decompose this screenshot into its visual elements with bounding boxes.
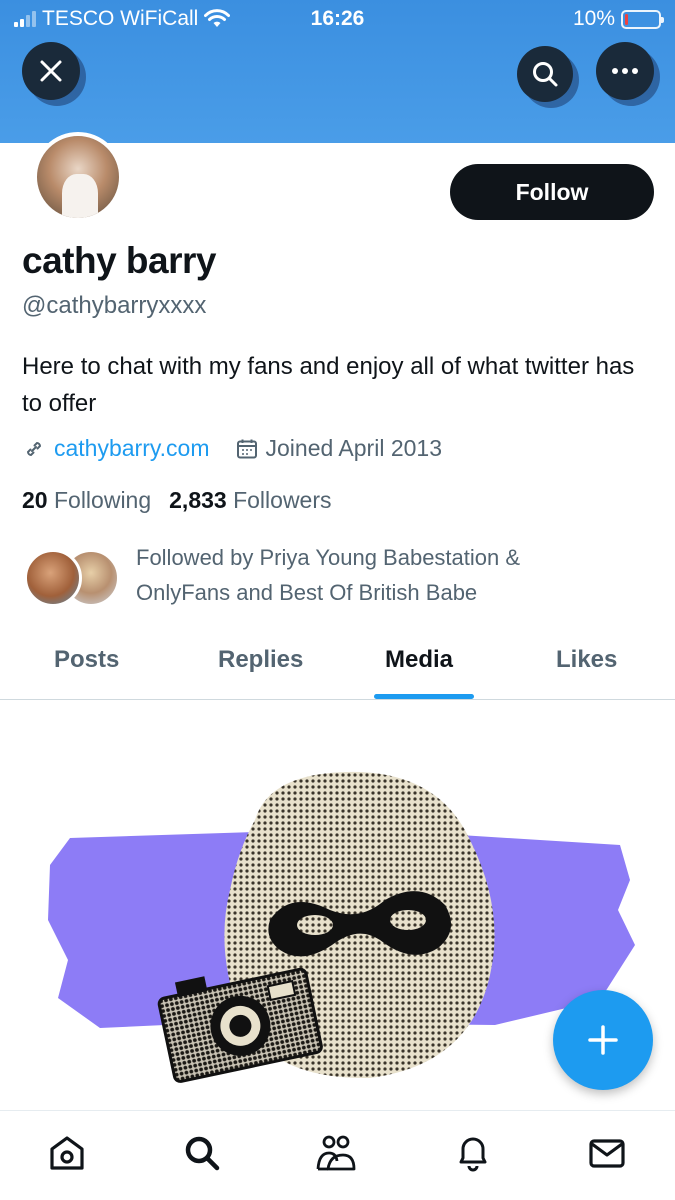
profile-bio: Here to chat with my fans and enjoy all … xyxy=(22,353,635,417)
website-link[interactable]: cathybarry.com xyxy=(54,435,210,462)
avatar xyxy=(24,549,82,607)
followers-stat[interactable]: 2,833 Followers xyxy=(169,487,331,514)
followers-count: 2,833 xyxy=(169,487,227,513)
nav-messages[interactable] xyxy=(585,1131,629,1175)
search-button[interactable] xyxy=(517,46,573,102)
display-name: cathy barry xyxy=(22,240,217,281)
profile-tabs: Posts Replies Media Likes xyxy=(0,632,675,700)
profile-handle: @cathybarryxxxx xyxy=(22,292,207,319)
tab-posts[interactable]: Posts xyxy=(54,646,119,674)
battery-percent: 10% xyxy=(572,7,615,30)
messages-icon xyxy=(589,1139,625,1168)
nav-search[interactable] xyxy=(180,1131,224,1175)
battery-icon xyxy=(621,9,664,29)
plus-icon xyxy=(588,1025,618,1055)
search-icon xyxy=(533,62,558,87)
communities-icon xyxy=(316,1135,356,1171)
status-bar: TESCO WiFiCall 16:26 10% xyxy=(0,0,675,38)
following-label: Following xyxy=(53,487,152,513)
compose-button[interactable] xyxy=(553,990,653,1090)
follow-button[interactable]: Follow xyxy=(450,164,654,220)
bottom-navigation xyxy=(0,1110,675,1200)
more-icon xyxy=(612,68,638,74)
notifications-icon xyxy=(459,1137,487,1172)
status-right: 10% xyxy=(572,7,664,31)
nav-notifications[interactable] xyxy=(451,1131,495,1175)
follow-counts: 20 Following 2,833 Followers xyxy=(22,487,332,514)
more-options-button[interactable] xyxy=(596,42,654,100)
nav-home[interactable] xyxy=(45,1131,89,1175)
close-button[interactable] xyxy=(22,42,80,100)
tab-likes[interactable]: Likes xyxy=(556,646,617,674)
calendar-icon xyxy=(236,439,257,458)
following-stat[interactable]: 20 Following xyxy=(22,487,151,514)
profile-meta: cathybarry.com Joined April 2013 xyxy=(22,435,442,462)
followers-label: Followers xyxy=(233,487,332,513)
close-icon xyxy=(40,60,62,82)
tab-media[interactable]: Media xyxy=(385,646,453,674)
link-icon xyxy=(26,441,42,456)
home-icon xyxy=(50,1136,84,1170)
battery-level xyxy=(625,13,628,25)
followed-by-text[interactable]: Followed by Priya Young Babestation & On… xyxy=(136,540,576,610)
profile-avatar[interactable] xyxy=(33,132,123,222)
empty-media-illustration xyxy=(48,771,635,1083)
tab-replies[interactable]: Replies xyxy=(218,646,303,674)
nav-communities[interactable] xyxy=(314,1131,358,1175)
followed-by-avatars[interactable] xyxy=(24,549,124,607)
active-tab-indicator xyxy=(374,694,474,699)
search-icon xyxy=(185,1136,220,1171)
following-count: 20 xyxy=(22,487,48,513)
joined-date: Joined April 2013 xyxy=(265,435,442,461)
